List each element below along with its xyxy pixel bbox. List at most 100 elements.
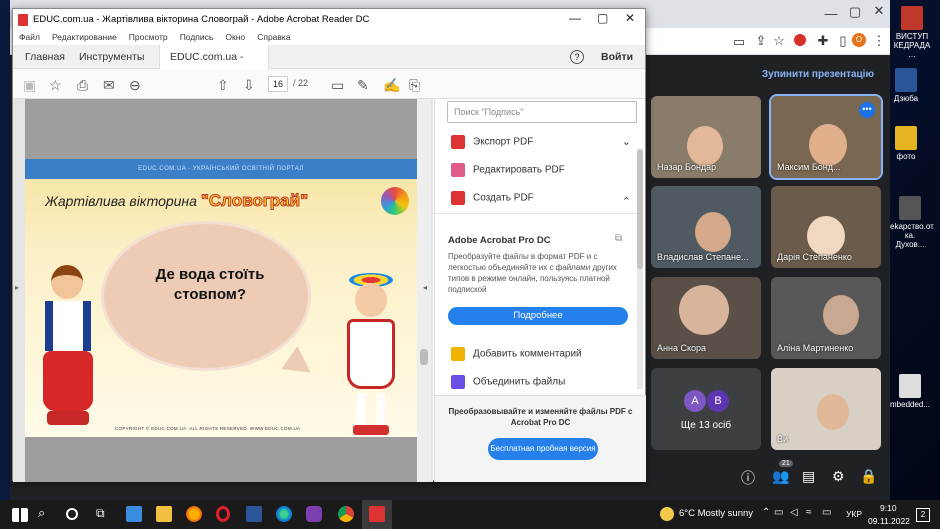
network-icon[interactable]: ▭ bbox=[774, 507, 783, 518]
link-icon[interactable]: ⧉ bbox=[615, 233, 622, 244]
girl-dress bbox=[347, 319, 395, 389]
more-options-icon[interactable]: ••• bbox=[859, 102, 875, 118]
cortana-icon[interactable] bbox=[66, 508, 78, 520]
close-icon[interactable]: ✕ bbox=[625, 11, 635, 25]
prev-page-icon[interactable]: ⇧ bbox=[217, 77, 229, 94]
page-number-input[interactable]: 16 bbox=[268, 76, 288, 92]
tool-export-pdf[interactable]: Экспорт PDF bbox=[451, 135, 631, 149]
file-explorer-icon[interactable] bbox=[156, 506, 172, 522]
zoom-search-icon[interactable]: ⊖ bbox=[129, 77, 141, 94]
participant-tile[interactable]: Дарія Степаненко bbox=[771, 186, 881, 268]
tool-edit-pdf[interactable]: Редактировать PDF bbox=[451, 163, 631, 177]
menu-help[interactable]: Справка bbox=[257, 32, 290, 42]
chevron-down-icon[interactable]: ⌄ bbox=[622, 135, 631, 148]
star-icon[interactable]: ☆ bbox=[766, 33, 792, 49]
people-icon[interactable]: 👥 bbox=[772, 468, 789, 485]
pen-icon[interactable]: ✎ bbox=[357, 77, 369, 94]
wifi-icon[interactable]: ≈ bbox=[806, 507, 812, 518]
participant-tile[interactable]: Владислав Степане... bbox=[651, 186, 761, 268]
desktop-icon-pdf[interactable]: ВИСТУП КЕДРАДА ... bbox=[892, 6, 932, 59]
participant-tile[interactable]: Назар Бондар bbox=[651, 96, 761, 178]
next-page-icon[interactable]: ⇩ bbox=[243, 77, 255, 94]
fill-sign-icon[interactable]: ⎘ bbox=[409, 77, 420, 94]
export-pdf-icon bbox=[451, 135, 465, 149]
store-icon[interactable] bbox=[126, 506, 142, 522]
desktop-icon-embedded[interactable]: mbedded... bbox=[890, 374, 930, 409]
weather-text[interactable]: 6°C Mostly sunny bbox=[679, 508, 753, 519]
menu-view[interactable]: Просмотр bbox=[129, 32, 168, 42]
notification-icon[interactable]: 2 bbox=[916, 508, 930, 522]
viber-icon[interactable] bbox=[306, 506, 322, 522]
menu-file[interactable]: Файл bbox=[19, 32, 40, 42]
clock-time[interactable]: 9:10 bbox=[880, 503, 897, 513]
clock-date[interactable]: 09.11.2022 bbox=[868, 516, 910, 526]
desktop-icon-folder[interactable]: фото bbox=[886, 126, 926, 161]
participant-tile[interactable]: Аліна Мартиненко bbox=[771, 277, 881, 359]
tool-create-pdf[interactable]: Создать PDF bbox=[451, 191, 631, 205]
opera-icon[interactable] bbox=[216, 506, 230, 522]
comment-icon[interactable]: ▭ bbox=[331, 77, 344, 94]
chrome-icon[interactable] bbox=[338, 506, 354, 522]
collapse-left-icon[interactable]: ▸ bbox=[15, 283, 19, 292]
participant-tile-active[interactable]: ••• Максим Бонд... bbox=[769, 94, 883, 180]
tool-combine-files[interactable]: Объединить файлы bbox=[451, 375, 631, 389]
tray-chevron-icon[interactable]: ⌃ bbox=[762, 507, 770, 518]
volume-icon[interactable]: ◁ bbox=[790, 507, 798, 518]
help-icon[interactable]: ? bbox=[570, 50, 584, 64]
maximize-icon[interactable]: ▢ bbox=[842, 4, 868, 20]
desktop-icon-word[interactable]: Дзюба bbox=[886, 68, 926, 103]
more-participants-tile[interactable]: A B Ще 13 осіб bbox=[651, 368, 761, 450]
start-icon[interactable] bbox=[12, 508, 28, 522]
close-icon[interactable]: ✕ bbox=[866, 3, 892, 19]
task-view-icon[interactable]: ⧉ bbox=[96, 506, 112, 522]
collapse-right-icon[interactable]: ◂ bbox=[423, 283, 427, 292]
profile-avatar[interactable]: О bbox=[852, 33, 866, 47]
tab-document[interactable]: EDUC.com.ua - Жа... ✕ bbox=[159, 45, 269, 87]
desktop-icon-file[interactable]: ekарство.от ка. Духов... bbox=[890, 196, 934, 249]
menu-edit[interactable]: Редактирование bbox=[52, 32, 117, 42]
panel-scrollbar[interactable] bbox=[637, 149, 643, 389]
activities-icon[interactable]: ⚙ bbox=[832, 468, 845, 485]
sign-icon[interactable]: ✍ bbox=[383, 77, 400, 94]
tab-tools[interactable]: Инструменты bbox=[69, 45, 154, 69]
email-icon[interactable]: ✉ bbox=[103, 77, 115, 94]
word-icon[interactable] bbox=[246, 506, 262, 522]
chevron-up-icon[interactable]: ⌃ bbox=[622, 195, 631, 208]
menu-window[interactable]: Окно bbox=[225, 32, 245, 42]
search-input[interactable]: Поиск "Подпись" bbox=[447, 101, 637, 123]
acrobat-icon[interactable] bbox=[369, 506, 385, 522]
minimize-icon[interactable]: — bbox=[818, 6, 844, 21]
language-indicator[interactable]: УКР bbox=[846, 509, 862, 519]
learn-more-button[interactable]: Подробнее bbox=[448, 307, 628, 325]
tab-home[interactable]: Главная bbox=[15, 45, 75, 69]
edge-icon[interactable] bbox=[276, 506, 292, 522]
tool-add-comment[interactable]: Добавить комментарий bbox=[451, 347, 631, 361]
info-icon[interactable]: ⓘ bbox=[741, 468, 755, 488]
participant-name: Максим Бонд... bbox=[777, 162, 841, 172]
extension-icon[interactable] bbox=[794, 34, 806, 46]
search-icon[interactable]: ⌕ bbox=[38, 505, 54, 521]
free-trial-button[interactable]: Бесплатная пробная версия bbox=[488, 438, 598, 460]
panel-scrollbar-thumb[interactable] bbox=[637, 149, 643, 269]
star-icon[interactable]: ☆ bbox=[49, 77, 62, 94]
participant-face bbox=[679, 285, 729, 335]
chat-icon[interactable]: ▤ bbox=[802, 468, 815, 485]
maximize-icon[interactable]: ▢ bbox=[597, 11, 608, 25]
document-pane[interactable]: ▸ Жартівлива вікторина "Словограй" Де во… bbox=[13, 99, 433, 482]
signin-button[interactable]: Войти bbox=[601, 51, 633, 63]
participant-tile[interactable]: Анна Скора bbox=[651, 277, 761, 359]
scrollbar-thumb[interactable] bbox=[420, 349, 428, 365]
minimize-icon[interactable]: — bbox=[569, 11, 581, 25]
more-participants-label: Ще 13 осіб bbox=[680, 420, 732, 431]
battery-icon[interactable]: ▭ bbox=[822, 507, 831, 518]
print-icon[interactable]: ⎙ bbox=[77, 77, 88, 94]
promo-title: Adobe Acrobat Pro DC bbox=[448, 235, 551, 246]
host-controls-icon[interactable]: 🔒 bbox=[860, 468, 877, 485]
save-icon[interactable]: ▣ bbox=[23, 77, 36, 94]
firefox-icon[interactable] bbox=[186, 506, 202, 522]
menu-icon[interactable]: ⋮ bbox=[866, 33, 892, 49]
self-tile[interactable]: Ви bbox=[771, 368, 881, 450]
menu-sign[interactable]: Подпись bbox=[180, 32, 214, 42]
archive-file-icon bbox=[899, 196, 921, 220]
stop-presenting-button[interactable]: Зупинити презентацію bbox=[762, 69, 874, 80]
